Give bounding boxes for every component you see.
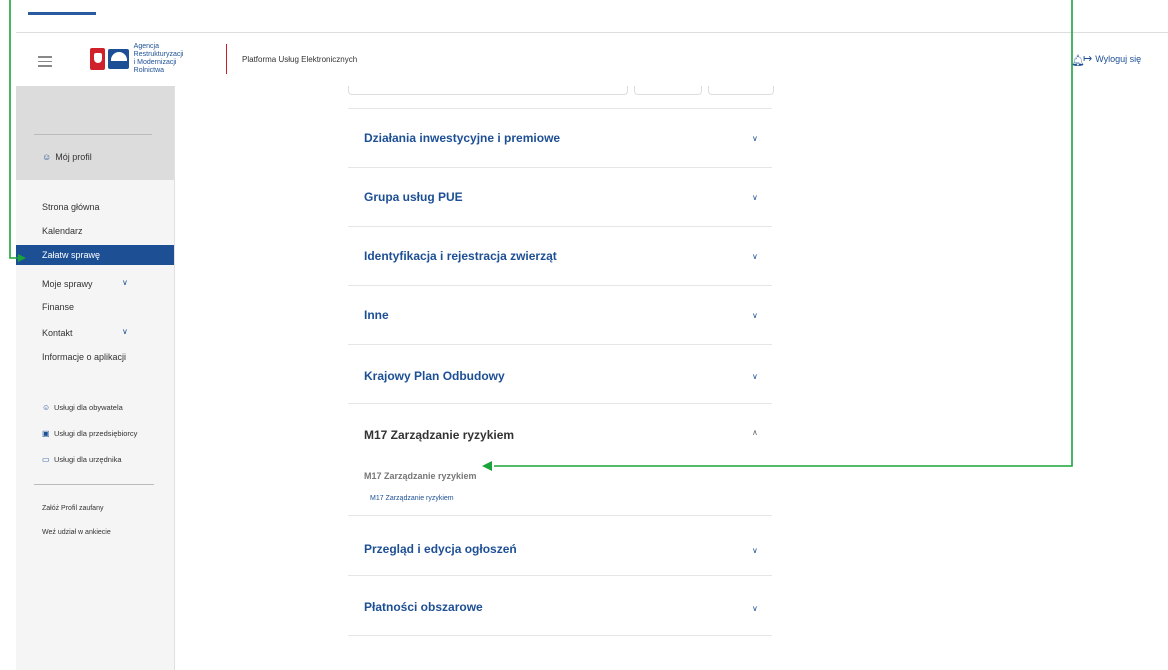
accordion-item[interactable]: Działania inwestycyjne i premiowe ∨ xyxy=(348,108,772,168)
accordion-title: Grupa usług PUE xyxy=(364,190,463,204)
logout-icon: ↦ xyxy=(1083,53,1093,65)
accordion-item[interactable]: Przegląd i edycja ogłoszeń ∨ xyxy=(348,515,772,576)
accordion-title: Identyfikacja i rejestracja zwierząt xyxy=(364,249,557,263)
trusted-profile-link[interactable]: Załóż Profil zaufany xyxy=(42,505,103,512)
accordion-title: Działania inwestycyjne i premiowe xyxy=(364,131,561,145)
sidebar-item-handle-case[interactable]: Załatw sprawę xyxy=(16,245,174,265)
chevron-down-icon: ∨ xyxy=(752,311,758,320)
accordion-subheading: M17 Zarządzanie ryzykiem xyxy=(364,471,477,481)
arimr-mark-icon xyxy=(108,49,129,69)
accordion-item[interactable]: Płatności obszarowe ∨ xyxy=(348,575,772,636)
logout-label: Wyloguj się xyxy=(1095,53,1142,64)
logo-line-2: i Modernizacji Rolnictwa xyxy=(133,59,177,74)
sidebar-item-calendar[interactable]: Kalendarz xyxy=(42,226,83,236)
sidebar-item-finance[interactable]: Finanse xyxy=(42,302,74,312)
chevron-down-icon: ∨ xyxy=(752,193,758,202)
chevron-up-icon: ∧ xyxy=(752,428,758,437)
survey-link[interactable]: Weź udział w ankiecie xyxy=(42,529,111,536)
accordion-item[interactable]: Inne ∨ xyxy=(348,285,772,345)
sidebar: ☺ Mój profil Strona główna Kalendarz Zał… xyxy=(16,86,175,670)
search-input[interactable] xyxy=(348,86,628,95)
logo-line-1: Agencja Restrukturyzacji xyxy=(133,43,184,58)
filter-select[interactable] xyxy=(634,86,702,95)
profile-separator xyxy=(34,134,152,135)
user-icon: ☺ xyxy=(42,403,51,412)
profile-box: ☺ Mój profil xyxy=(16,86,174,180)
accordion-title: Płatności obszarowe xyxy=(364,600,483,614)
chevron-down-icon: ∨ xyxy=(752,604,758,613)
services-business-link[interactable]: ▣ Usługi dla przedsiębiorcy xyxy=(42,429,137,438)
accordion-item[interactable]: Identyfikacja i rejestracja zwierząt ∨ xyxy=(348,226,772,286)
services-official-label: Usługi dla urzędnika xyxy=(54,455,122,464)
chevron-down-icon: ∨ xyxy=(752,252,758,261)
accordion-title: M17 Zarządzanie ryzykiem xyxy=(364,428,515,442)
services-citizen-label: Usługi dla obywatela xyxy=(54,403,123,412)
header-divider xyxy=(226,44,227,74)
search-button[interactable] xyxy=(708,86,774,95)
accordion-title: Przegląd i edycja ogłoszeń xyxy=(364,542,517,556)
accordion-item[interactable]: Grupa usług PUE ∨ xyxy=(348,167,772,227)
services-citizen-link[interactable]: ☺ Usługi dla obywatela xyxy=(42,403,123,412)
hamburger-icon[interactable] xyxy=(38,56,52,67)
monitor-icon: ▭ xyxy=(42,455,50,464)
services-official-link[interactable]: ▭ Usługi dla urzędnika xyxy=(42,455,122,464)
chevron-down-icon[interactable]: ∨ xyxy=(122,278,128,287)
chevron-down-icon: ∨ xyxy=(752,372,758,381)
accordion-title: Krajowy Plan Odbudowy xyxy=(364,369,505,383)
poland-emblem-icon xyxy=(90,48,106,70)
chevron-down-icon: ∨ xyxy=(752,546,758,555)
top-tab-indicator xyxy=(28,12,96,15)
sidebar-item-contact[interactable]: Kontakt xyxy=(42,328,73,338)
sidebar-separator xyxy=(34,484,154,485)
chevron-down-icon: ∨ xyxy=(752,134,758,143)
accordion-title: Inne xyxy=(364,308,389,322)
service-link[interactable]: M17 Zarządzanie ryzykiem xyxy=(370,495,454,502)
services-business-label: Usługi dla przedsiębiorcy xyxy=(54,429,138,438)
logo-text: Agencja Restrukturyzacji i Modernizacji … xyxy=(134,43,206,75)
user-icon: ☺ xyxy=(42,152,52,162)
my-profile-link[interactable]: ☺ Mój profil xyxy=(42,152,92,162)
my-profile-label: Mój profil xyxy=(55,152,92,162)
briefcase-icon: ▣ xyxy=(42,429,50,438)
platform-title: Platforma Usług Elektronicznych xyxy=(242,55,358,64)
sidebar-item-home[interactable]: Strona główna xyxy=(42,202,100,212)
arimr-logo[interactable]: Agencja Restrukturyzacji i Modernizacji … xyxy=(90,43,206,75)
accordion-item[interactable]: Krajowy Plan Odbudowy ∨ xyxy=(348,344,772,404)
chevron-down-icon[interactable]: ∨ xyxy=(122,327,128,336)
sidebar-item-my-cases[interactable]: Moje sprawy xyxy=(42,279,93,289)
sidebar-item-app-info[interactable]: Informacje o aplikacji xyxy=(42,352,126,362)
logout-button[interactable]: ↦ Wyloguj się xyxy=(1083,52,1141,65)
